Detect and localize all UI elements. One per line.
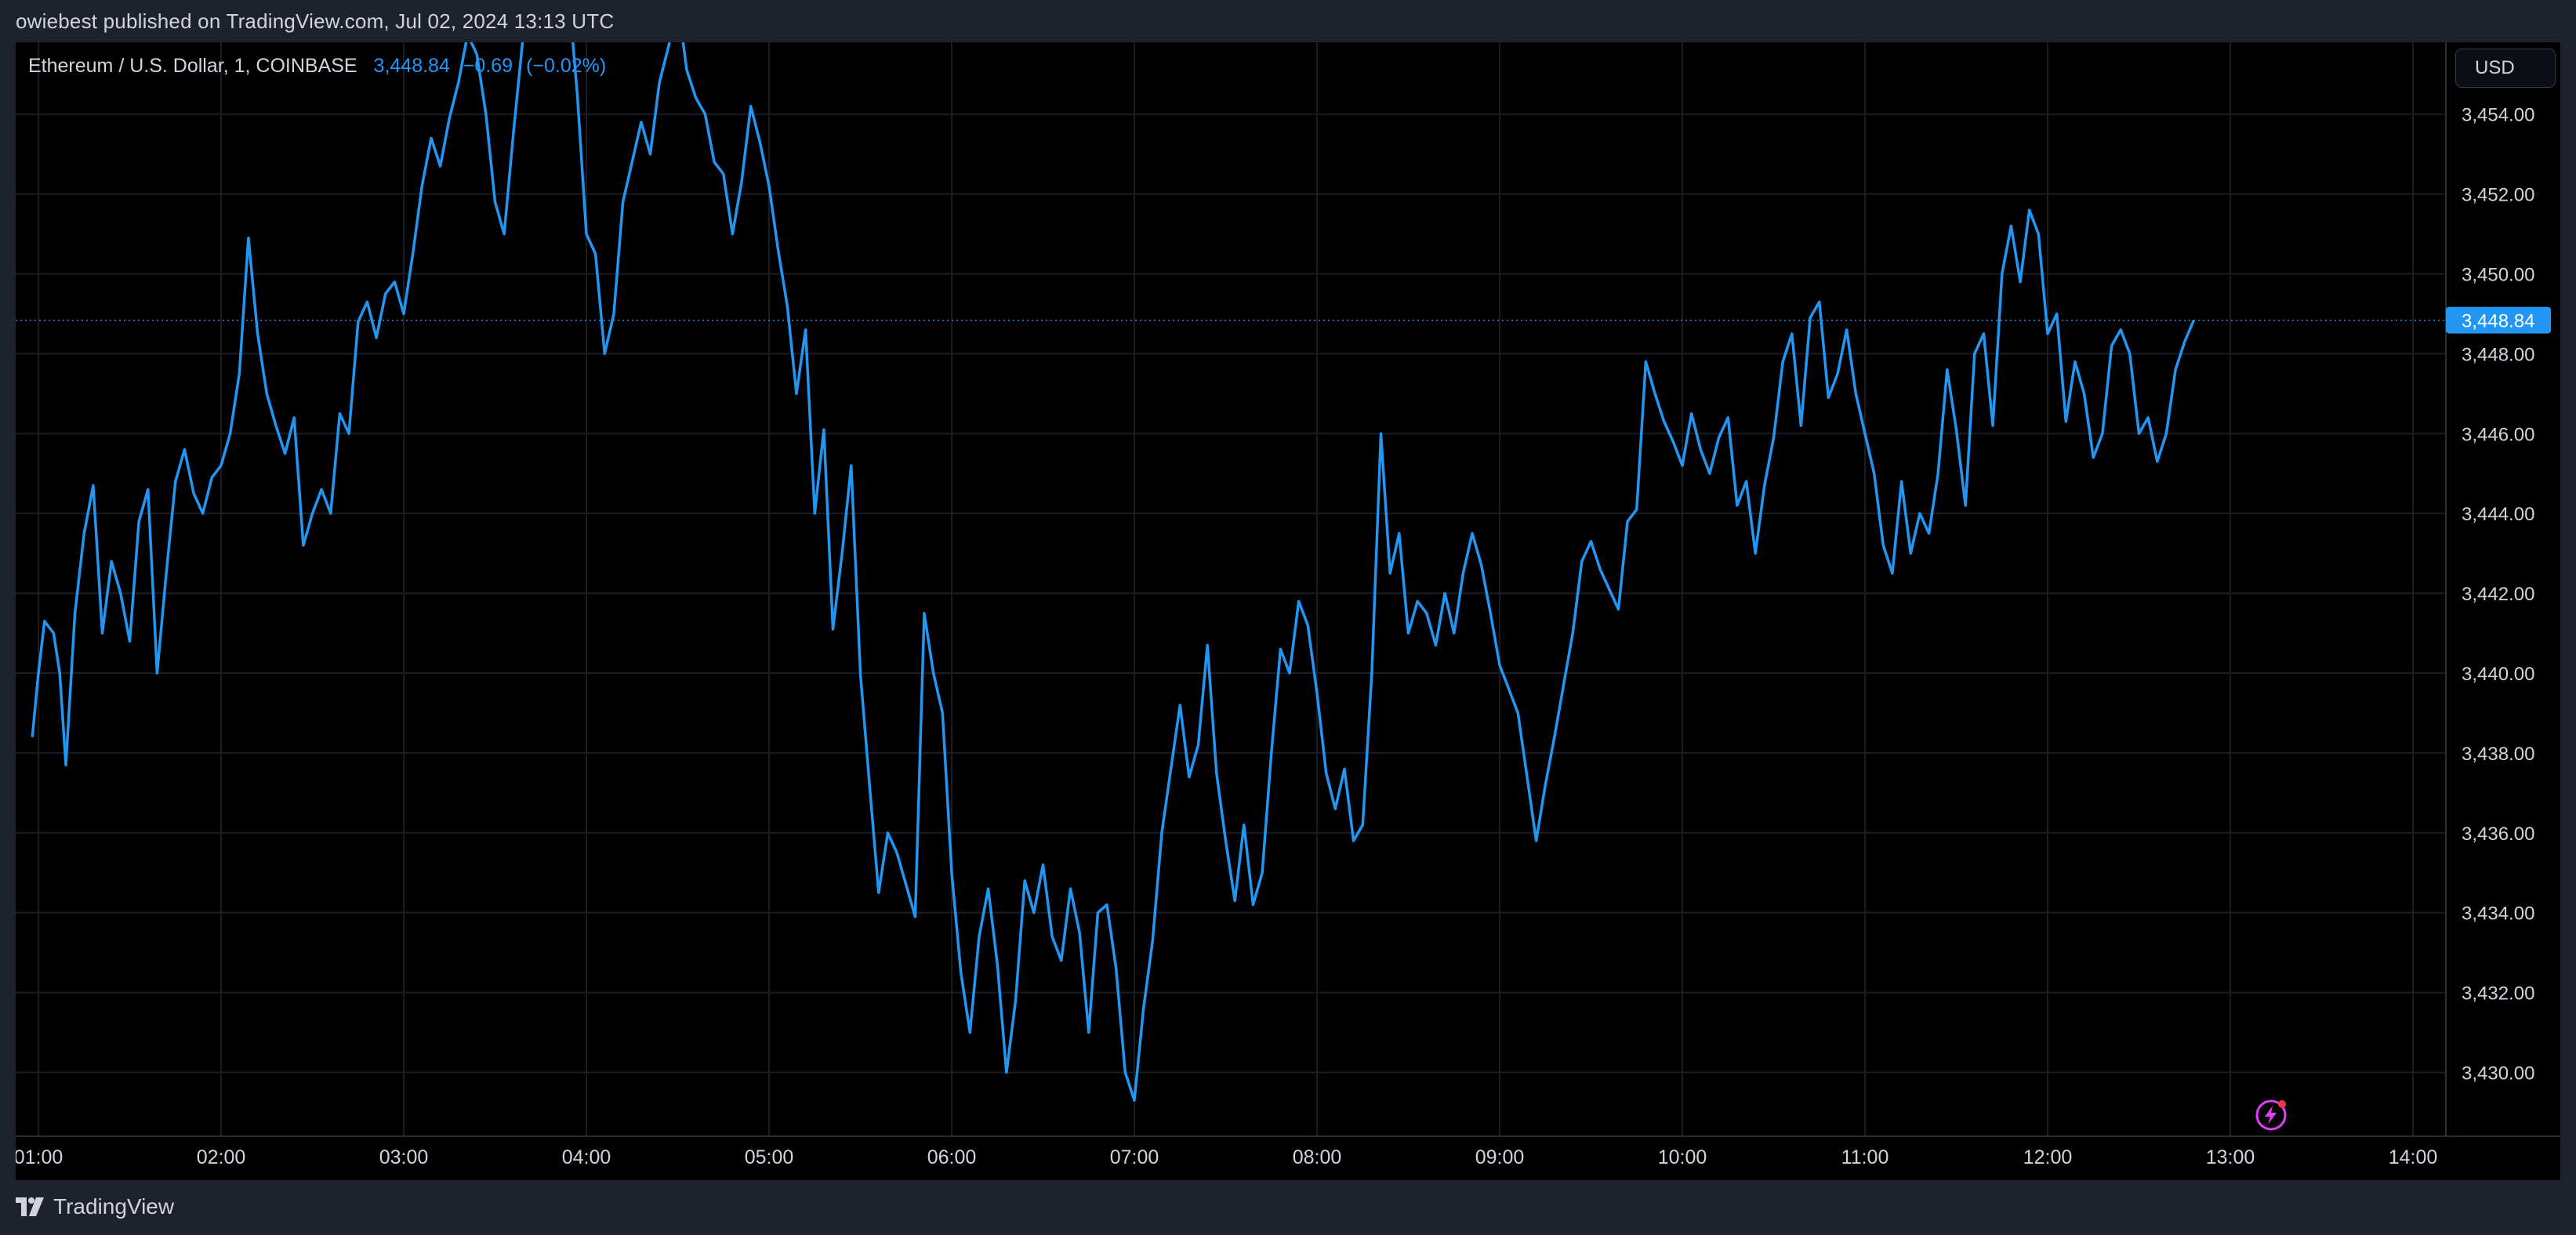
price-series — [16, 42, 2446, 1102]
x-tick-label: 03:00 — [379, 1146, 429, 1168]
x-tick-label: 11:00 — [1841, 1146, 1889, 1168]
last-price-badge-label: 3,448.84 — [2462, 311, 2534, 332]
price-chart[interactable]: 3,430.00 3,432.00 3,434.00 3,436.00 3,438.00… — [16, 42, 2560, 1180]
currency-button[interactable]: USD — [2455, 49, 2556, 88]
y-tick-label: 3,448.00 — [2462, 344, 2534, 365]
y-tick-label: 3,440.00 — [2462, 664, 2534, 685]
grid-lines — [16, 42, 2446, 1136]
x-tick-label: 09:00 — [1475, 1146, 1525, 1168]
price-change: −0.69 — [463, 55, 513, 77]
y-tick-label: 3,442.00 — [2462, 584, 2534, 605]
y-tick-label: 3,452.00 — [2462, 185, 2534, 206]
y-tick-label: 3,444.00 — [2462, 504, 2534, 525]
y-tick-label: 3,430.00 — [2462, 1063, 2534, 1084]
symbol-legend: Ethereum / U.S. Dollar, 1, COINBASE 3,44… — [28, 55, 606, 78]
x-tick-label: 05:00 — [745, 1146, 794, 1168]
price-change-pct: (−0.02%) — [526, 55, 607, 77]
x-tick-label: 02:00 — [197, 1146, 246, 1168]
x-tick-label: 12:00 — [2023, 1146, 2073, 1168]
tradingview-brand[interactable]: TradingView — [53, 1194, 174, 1219]
y-tick-label: 3,432.00 — [2462, 983, 2534, 1005]
price-line — [31, 42, 2196, 1102]
tradingview-logo-icon[interactable] — [16, 1197, 47, 1216]
y-tick-label: 3,450.00 — [2462, 265, 2534, 286]
chart-area[interactable]: 3,430.00 3,432.00 3,434.00 3,436.00 3,438.00… — [16, 42, 2560, 1180]
x-tick-label: 04:00 — [562, 1146, 611, 1168]
last-price-value: 3,448.84 — [373, 55, 450, 77]
x-tick-label: 06:00 — [927, 1146, 977, 1168]
y-tick-label: 3,434.00 — [2462, 904, 2534, 925]
x-tick-label: 14:00 — [2389, 1146, 2438, 1168]
y-tick-label: 3,446.00 — [2462, 424, 2534, 445]
y-tick-label: 3,436.00 — [2462, 824, 2534, 845]
footer: TradingView — [16, 1180, 2560, 1235]
axes: 3,430.00 3,432.00 3,434.00 3,436.00 3,438.00… — [16, 42, 2560, 1168]
x-tick-label: 07:00 — [1110, 1146, 1159, 1168]
y-tick-label: 3,454.00 — [2462, 105, 2534, 126]
publish-info: owiebest published on TradingView.com, J… — [16, 9, 615, 33]
x-tick-label: 10:00 — [1658, 1146, 1707, 1168]
x-tick-label: 01:00 — [16, 1146, 63, 1168]
x-tick-label: 08:00 — [1293, 1146, 1342, 1168]
chart-frame: owiebest published on TradingView.com, J… — [0, 0, 2576, 1235]
lightning-icon[interactable] — [2253, 1097, 2289, 1133]
y-tick-label: 3,438.00 — [2462, 744, 2534, 765]
x-tick-label: 13:00 — [2206, 1146, 2255, 1168]
symbol-title: Ethereum / U.S. Dollar, 1, COINBASE — [28, 55, 357, 77]
